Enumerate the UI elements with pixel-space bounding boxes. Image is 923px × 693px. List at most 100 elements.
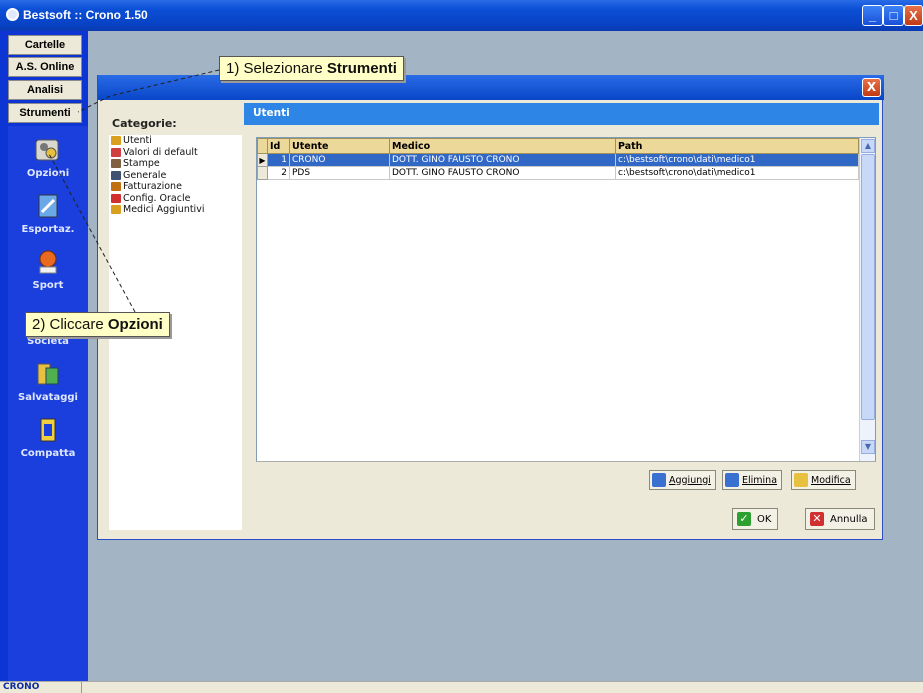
table-row[interactable]: 2 PDS DOTT. GINO FAUSTO CRONO c:\bestsof… bbox=[257, 166, 859, 180]
cell-medico: DOTT. GINO FAUSTO CRONO bbox=[389, 153, 616, 167]
edit-button[interactable]: Modifica bbox=[791, 470, 856, 490]
cell-medico: DOTT. GINO FAUSTO CRONO bbox=[389, 166, 616, 180]
category-label: Fatturazione bbox=[123, 181, 182, 193]
column-header-path[interactable]: Path bbox=[615, 138, 859, 154]
cell-id: 1 bbox=[267, 153, 290, 167]
category-label: Utenti bbox=[123, 135, 152, 147]
options-icon bbox=[35, 139, 59, 161]
category-label: Medici Aggiuntivi bbox=[123, 204, 205, 216]
add-button[interactable]: Aggiungi bbox=[649, 470, 716, 490]
delete-button[interactable]: Elimina bbox=[722, 470, 783, 490]
add-icon bbox=[652, 473, 666, 487]
window-titlebar: Bestsoft :: Crono 1.50 _ □ X bbox=[0, 0, 923, 31]
compact-icon bbox=[40, 418, 56, 442]
add-button-label: Aggiungi bbox=[669, 474, 711, 486]
category-fatturazione[interactable]: Fatturazione bbox=[109, 181, 242, 193]
tool-label: Compatta bbox=[20, 448, 76, 459]
callout-step-1: 1) Selezionare Strumenti bbox=[219, 56, 404, 81]
callout-step-2: 2) Cliccare Opzioni bbox=[25, 312, 170, 337]
tool-sport[interactable]: Sport bbox=[8, 248, 88, 291]
tool-label: Esportaz. bbox=[21, 224, 75, 235]
tools-panel: Opzioni Esportaz. Sport Società Salvatag… bbox=[8, 126, 88, 686]
category-medici-aggiuntivi[interactable]: Medici Aggiuntivi bbox=[109, 204, 242, 216]
users-grid: Id Utente Medico Path ▶ 1 CRONO DOTT. GI… bbox=[256, 137, 876, 495]
tool-label: Opzioni bbox=[26, 168, 70, 179]
edit-icon bbox=[794, 473, 808, 487]
column-header-medico[interactable]: Medico bbox=[389, 138, 616, 154]
dialog-close-button[interactable]: X bbox=[862, 78, 881, 97]
category-config-oracle[interactable]: Config. Oracle bbox=[109, 193, 242, 205]
sidebar-tab-cartelle[interactable]: Cartelle bbox=[8, 35, 82, 55]
backup-icon bbox=[37, 363, 59, 385]
column-header-utente[interactable]: Utente bbox=[289, 138, 390, 154]
window-title: Bestsoft :: Crono 1.50 bbox=[23, 8, 148, 22]
row-indicator-header bbox=[257, 138, 268, 154]
printer-icon bbox=[111, 159, 121, 169]
user-icon bbox=[111, 136, 121, 146]
oracle-icon bbox=[111, 193, 121, 203]
callout-1-bold: Strumenti bbox=[326, 60, 397, 77]
tool-compatta[interactable]: Compatta bbox=[8, 416, 88, 459]
sidebar-tab-as-online[interactable]: A.S. Online bbox=[8, 57, 82, 77]
cancel-button-label: Annulla bbox=[830, 513, 868, 525]
close-button[interactable]: X bbox=[904, 5, 923, 26]
options-dialog: X Categorie: Utenti Valori di default St… bbox=[97, 75, 884, 540]
edit-button-label: Modifica bbox=[811, 474, 851, 486]
grid-toolbar: Aggiungi Elimina Modifica bbox=[256, 461, 876, 495]
category-label: Config. Oracle bbox=[123, 192, 191, 204]
row-indicator bbox=[257, 166, 268, 180]
category-label: Generale bbox=[123, 169, 167, 181]
export-icon bbox=[38, 194, 58, 218]
delete-icon bbox=[725, 473, 739, 487]
defaults-icon bbox=[111, 147, 121, 157]
sidebar: Cartelle A.S. Online Analisi Strumenti O… bbox=[0, 31, 88, 693]
cancel-icon: ✕ bbox=[810, 512, 824, 526]
column-header-id[interactable]: Id bbox=[267, 138, 290, 154]
delete-button-label: Elimina bbox=[742, 474, 778, 486]
tool-esportaz[interactable]: Esportaz. bbox=[8, 192, 88, 235]
callout-1-text: 1) Selezionare bbox=[226, 60, 327, 77]
scroll-thumb[interactable] bbox=[861, 154, 875, 420]
vertical-scrollbar[interactable]: ▲ ▼ bbox=[859, 138, 875, 494]
maximize-button[interactable]: □ bbox=[883, 5, 904, 26]
category-utenti[interactable]: Utenti bbox=[109, 135, 242, 147]
doctors-icon bbox=[111, 205, 121, 215]
sidebar-tab-analisi[interactable]: Analisi bbox=[8, 80, 82, 100]
category-valori-default[interactable]: Valori di default bbox=[109, 147, 242, 159]
scroll-up-icon[interactable]: ▲ bbox=[861, 139, 875, 153]
current-row-indicator-icon: ▶ bbox=[257, 153, 268, 167]
status-bar: CRONO bbox=[0, 681, 923, 693]
cell-path: c:\bestsoft\crono\dati\medico1 bbox=[615, 166, 859, 180]
cell-utente: CRONO bbox=[289, 153, 390, 167]
tool-opzioni[interactable]: Opzioni bbox=[8, 136, 88, 179]
cell-utente: PDS bbox=[289, 166, 390, 180]
cell-id: 2 bbox=[267, 166, 290, 180]
ok-button[interactable]: ✓ OK bbox=[732, 508, 779, 530]
status-user: CRONO bbox=[0, 682, 82, 693]
ok-button-label: OK bbox=[757, 513, 772, 525]
callout-2-text: 2) Cliccare bbox=[32, 316, 108, 333]
table-row[interactable]: ▶ 1 CRONO DOTT. GINO FAUSTO CRONO c:\bes… bbox=[257, 153, 859, 167]
scroll-down-icon[interactable]: ▼ bbox=[861, 440, 875, 454]
general-icon bbox=[111, 170, 121, 180]
cancel-button[interactable]: ✕ Annulla bbox=[805, 508, 875, 530]
grid-header-row: Id Utente Medico Path bbox=[257, 138, 859, 154]
callout-2-bold: Opzioni bbox=[107, 316, 163, 333]
panel-title: Utenti bbox=[244, 103, 879, 125]
categories-title: Categorie: bbox=[112, 117, 177, 130]
app-logo-icon bbox=[6, 8, 19, 21]
tool-label: Sport bbox=[32, 280, 64, 291]
minimize-button[interactable]: _ bbox=[862, 5, 883, 26]
invoice-icon bbox=[111, 182, 121, 192]
sidebar-tab-strumenti[interactable]: Strumenti bbox=[8, 103, 82, 123]
category-stampe[interactable]: Stampe bbox=[109, 158, 242, 170]
cell-path: c:\bestsoft\crono\dati\medico1 bbox=[615, 153, 859, 167]
tool-salvataggi[interactable]: Salvataggi bbox=[8, 360, 88, 403]
check-icon: ✓ bbox=[737, 512, 751, 526]
sport-icon bbox=[39, 250, 57, 274]
category-label: Valori di default bbox=[123, 146, 198, 158]
tool-label: Società bbox=[27, 336, 69, 347]
category-generale[interactable]: Generale bbox=[109, 170, 242, 182]
category-label: Stampe bbox=[123, 158, 160, 170]
dialog-titlebar: X bbox=[98, 75, 884, 100]
